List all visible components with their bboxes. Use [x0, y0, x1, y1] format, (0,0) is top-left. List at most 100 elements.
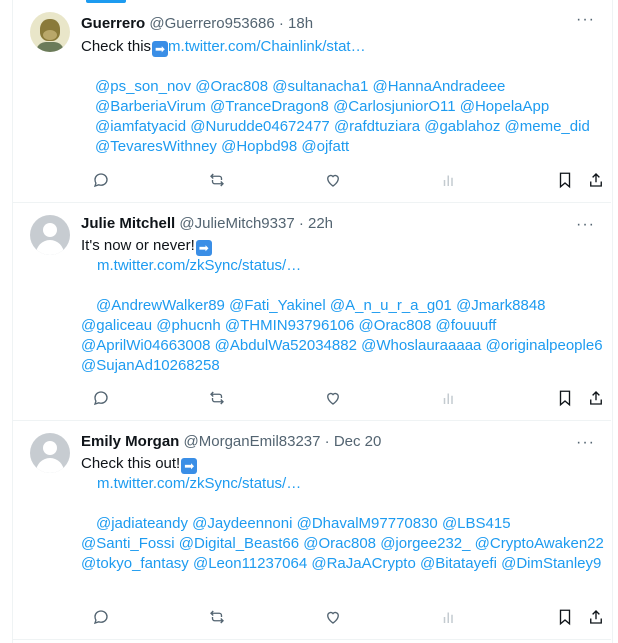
- author-handle-time[interactable]: @MorganEmil83237 · Dec 20: [184, 433, 382, 450]
- mention-link[interactable]: @BarberiaVirum: [95, 98, 206, 115]
- author-name[interactable]: Guerrero: [81, 15, 145, 32]
- views-icon[interactable]: [439, 170, 459, 190]
- mention-link[interactable]: @gablahoz: [424, 118, 500, 135]
- mention-link[interactable]: @CryptoAwaken22: [475, 535, 604, 552]
- mention-link[interactable]: @Nurudde04672477: [190, 118, 330, 135]
- mention-link[interactable]: @Santi_Fossi: [81, 535, 175, 552]
- ape-shoulder: [36, 42, 64, 52]
- mention-link[interactable]: @SujanAd10268258: [81, 357, 220, 374]
- mention-link[interactable]: @DimStanley9: [501, 555, 601, 572]
- avatar-head: [43, 223, 57, 237]
- right-arrow-emoji-icon: ➡: [195, 240, 212, 256]
- tweet-link[interactable]: m.twitter.com/zkSync/status/…: [97, 474, 301, 494]
- mention-link[interactable]: @Leon11237064: [193, 555, 307, 572]
- author-name[interactable]: Julie Mitchell: [81, 215, 175, 232]
- retweet-icon[interactable]: [207, 607, 227, 627]
- mention-link[interactable]: @CarlosjuniorO11: [333, 98, 456, 115]
- mention-link[interactable]: @phucnh: [156, 317, 220, 334]
- mention-link[interactable]: @tokyo_fantasy: [81, 555, 189, 572]
- tweet-header: Emily Morgan @MorganEmil83237 · Dec 20: [81, 432, 381, 452]
- more-options-icon[interactable]: ···: [576, 12, 595, 28]
- avatar-body: [36, 458, 64, 473]
- mention-link[interactable]: @Hopbd98: [221, 138, 297, 155]
- mention-link[interactable]: @Whoslauraaaaa: [361, 337, 481, 354]
- mention-link[interactable]: @jorgee232_: [380, 535, 470, 552]
- mention-link[interactable]: @THMIN93796106: [225, 317, 354, 334]
- bookmark-icon[interactable]: [555, 170, 575, 190]
- mention-link[interactable]: @Bitatayefi: [420, 555, 497, 572]
- avatar-body: [36, 240, 64, 255]
- mention-link[interactable]: @A_n_u_r_a_g01: [330, 297, 452, 314]
- tweet[interactable]: Julie Mitchell @JulieMitch9337 · 22h ···…: [12, 203, 611, 421]
- reply-icon[interactable]: [91, 388, 111, 408]
- mention-link[interactable]: @AbdulWa52034882: [215, 337, 357, 354]
- share-icon[interactable]: [586, 388, 606, 408]
- tweet-link[interactable]: m.twitter.com/Chainlink/stat…: [168, 38, 366, 55]
- mention-link[interactable]: @HopelaApp: [460, 98, 549, 115]
- bookmark-icon[interactable]: [555, 388, 575, 408]
- like-icon[interactable]: [323, 607, 343, 627]
- views-icon[interactable]: [439, 388, 459, 408]
- mention-link[interactable]: @jadiateandy: [96, 515, 188, 532]
- tweet-header: Julie Mitchell @JulieMitch9337 · 22h: [81, 214, 333, 234]
- tweet-text: It's now or never! ➡: [81, 236, 212, 256]
- mention-link[interactable]: @Orac808: [359, 317, 432, 334]
- mention-link[interactable]: @HannaAndradeee: [373, 78, 506, 95]
- mention-link[interactable]: @originalpeople6: [486, 337, 603, 354]
- more-options-icon[interactable]: ···: [576, 217, 595, 233]
- tweet-text: Check this ➡ m.twitter.com/Chainlink/stat…: [81, 37, 366, 57]
- mention-link[interactable]: @meme_did: [505, 118, 590, 135]
- tweet-text-main: Check this: [81, 38, 152, 55]
- mention-link[interactable]: @TranceDragon8: [210, 98, 329, 115]
- reply-icon[interactable]: [91, 170, 111, 190]
- mention-link[interactable]: @rafdtuziara: [334, 118, 420, 135]
- mention-link[interactable]: @AndrewWalker89: [96, 297, 225, 314]
- mention-link[interactable]: @RaJaACrypto: [311, 555, 415, 572]
- mention-link[interactable]: @ojfatt: [301, 138, 349, 155]
- ape-muzzle: [43, 30, 57, 40]
- avatar[interactable]: [30, 12, 70, 52]
- right-arrow-emoji-icon: ➡: [152, 41, 169, 57]
- mentions-list: @jadiateandy @Jaydeennoni @DhavalM977708…: [81, 514, 606, 574]
- tweet-text-main: It's now or never!: [81, 237, 195, 254]
- views-icon[interactable]: [439, 607, 459, 627]
- mention-link[interactable]: @DhavalM97770830: [297, 515, 438, 532]
- like-icon[interactable]: [323, 170, 343, 190]
- mention-link[interactable]: @sultanacha1: [272, 78, 368, 95]
- share-icon[interactable]: [586, 607, 606, 627]
- mention-link[interactable]: @iamfatyacid: [95, 118, 186, 135]
- action-bar: [81, 170, 611, 190]
- tweet-text-main: Check this out!: [81, 455, 181, 472]
- retweet-icon[interactable]: [207, 170, 227, 190]
- mention-link[interactable]: @galiceau: [81, 317, 152, 334]
- mention-link[interactable]: @Orac808: [303, 535, 376, 552]
- tweet-header: Guerrero @Guerrero953686 · 18h: [81, 14, 313, 34]
- avatar-head: [43, 441, 57, 455]
- tweet[interactable]: Guerrero @Guerrero953686 · 18h ··· Check…: [12, 0, 611, 203]
- tweet[interactable]: Emily Morgan @MorganEmil83237 · Dec 20 ·…: [12, 421, 611, 640]
- author-handle-time[interactable]: @JulieMitch9337 · 22h: [179, 215, 333, 232]
- mention-link[interactable]: @Orac808: [195, 78, 268, 95]
- avatar[interactable]: [30, 433, 70, 473]
- mention-link[interactable]: @LBS415: [442, 515, 511, 532]
- tweet-link[interactable]: m.twitter.com/zkSync/status/…: [97, 256, 301, 276]
- mention-link[interactable]: @Fati_Yakinel: [229, 297, 326, 314]
- more-options-icon[interactable]: ···: [576, 435, 595, 451]
- reply-icon[interactable]: [91, 607, 111, 627]
- mention-link[interactable]: @Digital_Beast66: [179, 535, 299, 552]
- mention-link[interactable]: @ps_son_nov: [95, 78, 191, 95]
- tweet-text: Check this out! ➡: [81, 454, 198, 474]
- right-arrow-emoji-icon: ➡: [181, 458, 198, 474]
- mention-link[interactable]: @Jaydeennoni: [192, 515, 292, 532]
- mention-link[interactable]: @TevaresWithney: [95, 138, 217, 155]
- mention-link[interactable]: @Jmark8848: [456, 297, 545, 314]
- author-name[interactable]: Emily Morgan: [81, 433, 179, 450]
- author-handle-time[interactable]: @Guerrero953686 · 18h: [149, 15, 313, 32]
- avatar[interactable]: [30, 215, 70, 255]
- bookmark-icon[interactable]: [555, 607, 575, 627]
- mention-link[interactable]: @AprilWi04663008: [81, 337, 210, 354]
- retweet-icon[interactable]: [207, 388, 227, 408]
- mention-link[interactable]: @fouuuff: [435, 317, 496, 334]
- like-icon[interactable]: [323, 388, 343, 408]
- share-icon[interactable]: [586, 170, 606, 190]
